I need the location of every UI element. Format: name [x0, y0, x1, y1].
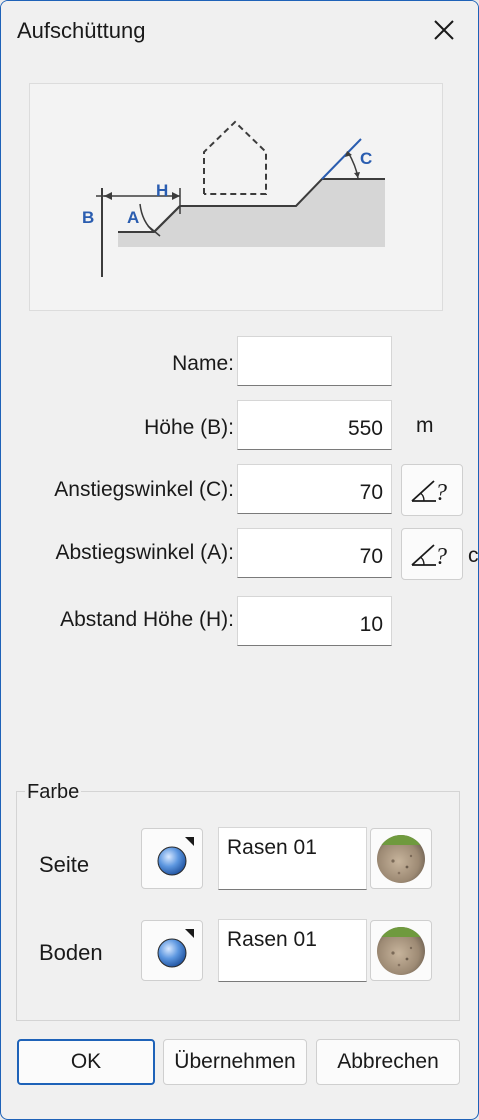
name-field[interactable] — [237, 336, 392, 386]
angle-picker-icon: ? — [411, 480, 447, 506]
diagram-label-h: H — [156, 181, 169, 200]
apply-button[interactable]: Übernehmen — [163, 1039, 307, 1085]
dialog-title: Aufschüttung — [17, 18, 146, 43]
height-unit: m — [416, 414, 434, 437]
side-label: Seite — [39, 852, 90, 877]
side-pick-material-button[interactable] — [141, 828, 203, 889]
embankment-diagram: B A H C — [29, 83, 443, 311]
fall-angle-unit: c — [468, 544, 479, 567]
fall-angle-field[interactable] — [237, 528, 392, 578]
diagram-label-a: A — [127, 208, 140, 227]
height-label: Höhe (B): — [144, 416, 234, 439]
side-material-field[interactable]: Rasen 01 — [218, 827, 367, 890]
pick-material-icon — [157, 929, 194, 968]
rise-angle-picker-button[interactable]: ? — [401, 464, 463, 516]
close-button[interactable] — [419, 9, 469, 53]
pick-material-icon — [157, 837, 194, 876]
color-group-title: Farbe — [25, 781, 82, 804]
angle-picker-icon: ? — [411, 544, 447, 570]
floor-material-field[interactable]: Rasen 01 — [218, 919, 367, 982]
cancel-button[interactable]: Abbrechen — [316, 1039, 460, 1085]
distance-height-field[interactable] — [237, 596, 392, 646]
floor-material-preview-button[interactable] — [370, 920, 432, 981]
distance-height-label: Abstand Höhe (H): — [60, 608, 234, 631]
terrain-material-thumbnail — [377, 835, 425, 883]
color-group — [16, 791, 460, 1021]
name-label: Name: — [172, 352, 234, 375]
diagram-label-b: B — [82, 208, 95, 227]
ok-button[interactable]: OK — [17, 1039, 155, 1085]
embankment-illustration — [96, 120, 385, 277]
svg-text:?: ? — [435, 480, 447, 506]
close-icon — [434, 20, 454, 40]
rise-angle-field[interactable] — [237, 464, 392, 514]
floor-pick-material-button[interactable] — [141, 920, 203, 981]
terrain-material-thumbnail — [377, 927, 425, 975]
fall-angle-picker-button[interactable]: ? — [401, 528, 463, 580]
rise-angle-label: Anstiegswinkel (C): — [54, 478, 234, 501]
height-field[interactable] — [237, 400, 392, 450]
diagram-label-c: C — [360, 149, 373, 168]
svg-text:?: ? — [435, 544, 447, 570]
floor-label: Boden — [39, 940, 103, 965]
dialog-window: Aufschüttung B A H C Name: Höhe (B): 550… — [0, 0, 479, 1120]
fall-angle-label: Abstiegswinkel (A): — [55, 541, 234, 564]
title-bar: Aufschüttung — [1, 1, 478, 61]
side-material-preview-button[interactable] — [370, 828, 432, 889]
